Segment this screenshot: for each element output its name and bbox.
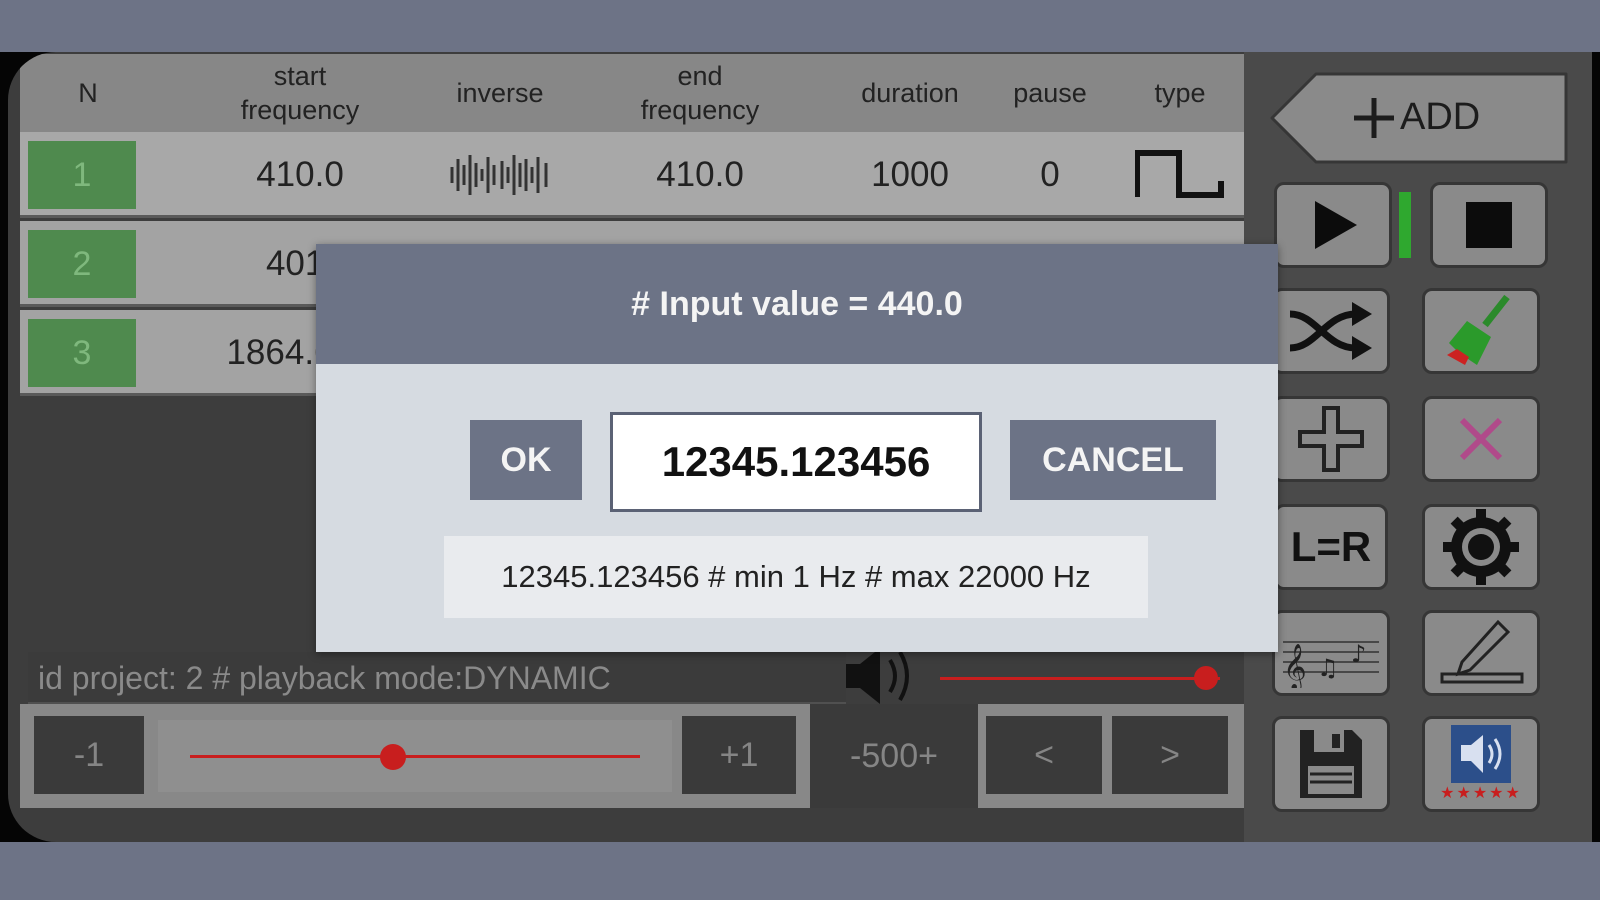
playback-indicator (1399, 192, 1411, 258)
tool-panel: ADD L=R 𝄞 ♫ ♪ ★★★★★ (1244, 52, 1592, 842)
gear-icon (1443, 509, 1519, 585)
header-duration: duration (861, 78, 959, 108)
bottom-controls: -1 +1 -500+ < > (20, 704, 1244, 808)
next-button[interactable]: > (1112, 716, 1228, 794)
value-input[interactable] (610, 412, 982, 512)
edit-button[interactable] (1422, 610, 1540, 696)
row-number[interactable]: 3 (28, 319, 136, 387)
table-row[interactable]: 1 410.0 410.0 1000 0 (20, 132, 1244, 218)
square-wave-icon[interactable] (1130, 132, 1230, 218)
rate-app-button[interactable]: ★★★★★ (1422, 716, 1540, 812)
lr-sync-button[interactable]: L=R (1274, 504, 1388, 590)
header-type: type (1154, 78, 1206, 108)
volume-thumb[interactable] (1194, 666, 1218, 690)
pencil-icon (1440, 619, 1524, 684)
table-header: N start frequency inverse end frequency … (20, 54, 1244, 132)
play-button[interactable] (1274, 182, 1392, 268)
row-number[interactable]: 2 (28, 230, 136, 298)
svg-text:♫: ♫ (1317, 654, 1339, 682)
row-number[interactable]: 1 (28, 141, 136, 209)
music-notes-icon: 𝄞 ♫ ♪ (1283, 640, 1379, 688)
settings-button[interactable] (1422, 504, 1540, 590)
add-row-button[interactable] (1272, 396, 1390, 482)
speaker-waves-icon (1451, 725, 1511, 783)
svg-text:♪: ♪ (1351, 640, 1366, 668)
svg-text:𝄞: 𝄞 (1283, 644, 1307, 688)
step-size-button[interactable]: -500+ (810, 704, 978, 808)
stop-button[interactable] (1430, 182, 1548, 268)
header-n: N (78, 78, 98, 108)
input-value-dialog: # Input value = 440.0 OK CANCEL 12345.12… (316, 244, 1278, 652)
header-start-frequency: start frequency (240, 61, 360, 125)
save-button[interactable] (1272, 716, 1390, 812)
frequency-slider-thumb[interactable] (379, 744, 406, 770)
cancel-button[interactable]: CANCEL (1010, 420, 1216, 500)
header-pause: pause (1013, 78, 1087, 108)
rating-stars: ★★★★★ (1440, 785, 1522, 802)
music-notes-button[interactable]: 𝄞 ♫ ♪ (1272, 610, 1390, 696)
decrement-button[interactable]: -1 (34, 716, 144, 794)
delete-row-button[interactable] (1422, 396, 1540, 482)
volume-slider[interactable] (940, 666, 1220, 690)
play-icon (1315, 201, 1357, 249)
shuffle-icon (1289, 302, 1372, 360)
previous-button[interactable]: < (986, 716, 1102, 794)
stop-icon (1466, 202, 1512, 248)
header-inverse: inverse (456, 78, 544, 108)
lr-sync-label: L=R (1290, 523, 1372, 570)
close-icon (1459, 417, 1503, 461)
waveform-icon[interactable] (420, 132, 580, 218)
add-button[interactable]: ADD (1270, 72, 1570, 164)
clear-button[interactable] (1422, 288, 1540, 374)
row-end-frequency[interactable]: 410.0 (610, 132, 790, 218)
broom-icon (1447, 294, 1510, 365)
increment-button[interactable]: +1 (682, 716, 796, 794)
add-button-label: ADD (1400, 96, 1481, 138)
floppy-disk-icon (1300, 730, 1362, 798)
frequency-slider[interactable] (158, 720, 672, 792)
volume-icon[interactable] (844, 644, 920, 713)
row-pause[interactable]: 0 (990, 132, 1110, 218)
value-range-hint: 12345.123456 # min 1 Hz # max 22000 Hz (444, 536, 1148, 618)
frequency-slider-track (190, 755, 640, 758)
row-duration[interactable]: 1000 (840, 132, 980, 218)
project-status: id project: 2 # playback mode:DYNAMIC (28, 652, 846, 704)
shuffle-button[interactable] (1272, 288, 1390, 374)
plus-icon (1298, 406, 1364, 472)
dialog-title: # Input value = 440.0 (316, 244, 1278, 364)
ok-button[interactable]: OK (470, 420, 582, 500)
row-start-frequency[interactable]: 410.0 (210, 132, 390, 218)
header-end-frequency: end frequency (640, 61, 760, 125)
volume-track (940, 677, 1220, 680)
